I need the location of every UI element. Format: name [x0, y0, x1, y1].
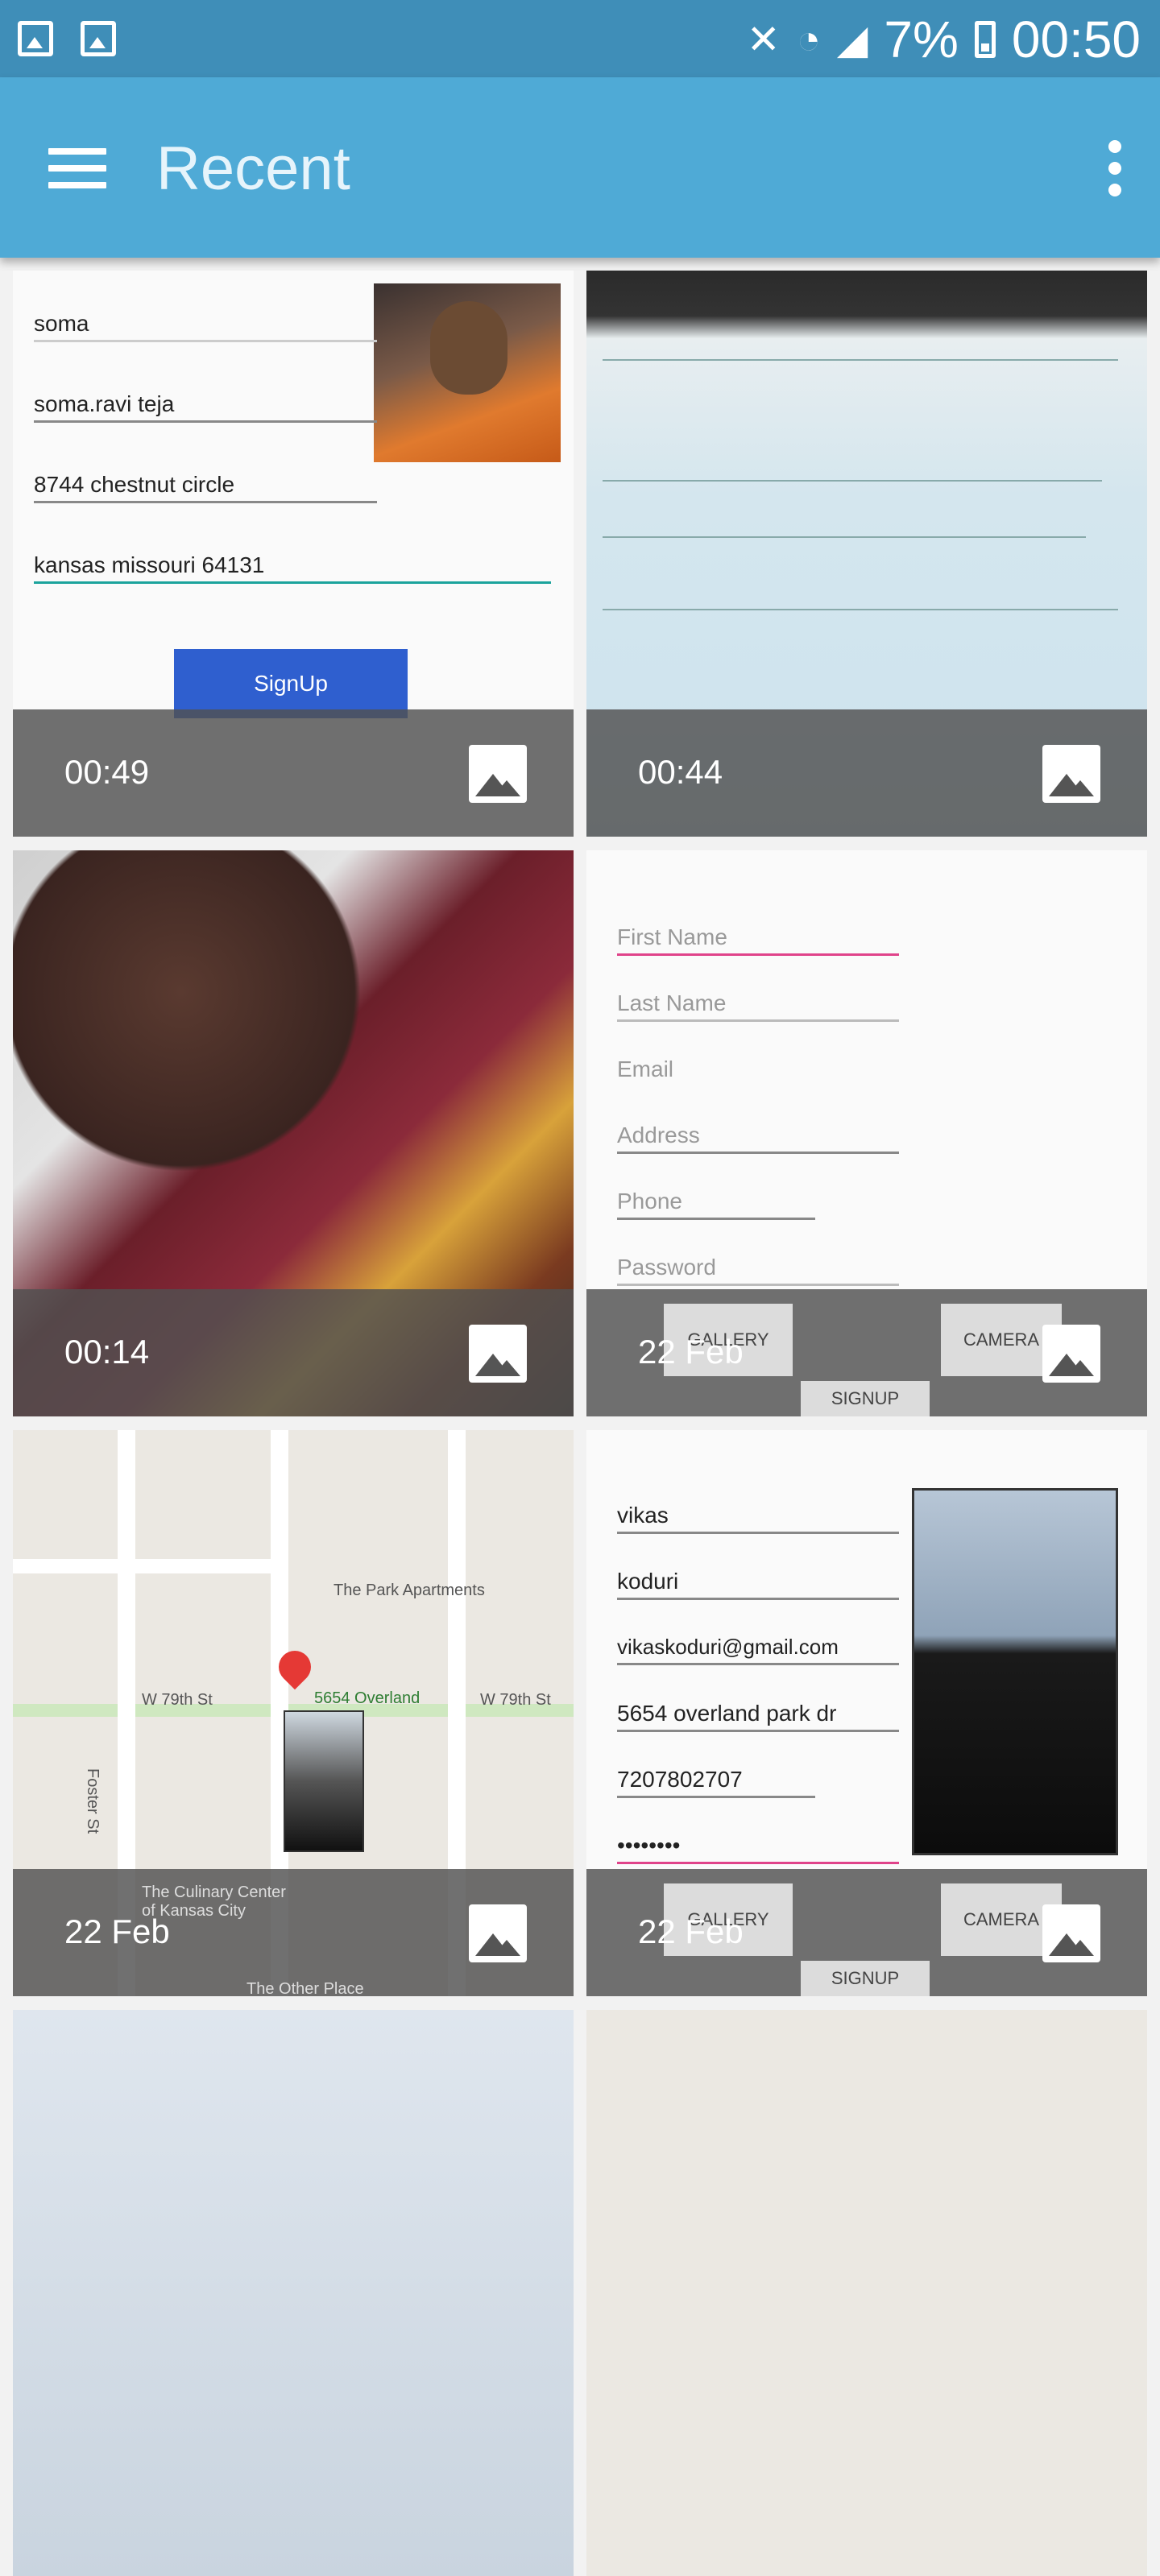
tile-caption: 00:49	[64, 753, 150, 791]
map-label: The Park Apartments	[334, 1582, 485, 1599]
tile-caption-bar: 00:44	[586, 709, 1147, 837]
map-label: W 79th St	[142, 1691, 213, 1709]
grid-item[interactable]: The Park Apartments 5654 Overland W 79th…	[13, 1430, 574, 1996]
map-label: The Other Place	[246, 1980, 364, 1996]
mute-vibrate-icon: ✕	[746, 17, 781, 62]
grid-item[interactable]	[586, 2010, 1147, 2576]
map-thumbnail	[284, 1710, 364, 1852]
status-bar-right: ✕ ◔ ◢ 7% 00:50	[747, 10, 1141, 69]
tile-caption: 22 Feb	[638, 1333, 744, 1371]
image-type-icon	[469, 745, 527, 803]
form-field: koduri	[617, 1569, 899, 1600]
image-type-icon	[1042, 1904, 1100, 1962]
form-field: 8744 chestnut circle	[34, 472, 377, 503]
status-bar-left-icons	[18, 21, 116, 56]
app-bar: Recent	[0, 77, 1160, 258]
map-label: 5654 Overland	[314, 1689, 420, 1707]
grid-item[interactable]: 00:14	[13, 850, 574, 1416]
map-label: Foster St	[84, 1768, 102, 1834]
signup-button-preview: SignUp	[174, 649, 408, 718]
tile-caption: 22 Feb	[638, 1912, 744, 1950]
form-field: Phone	[617, 1189, 815, 1220]
grid-item[interactable]: vikas koduri vikaskoduri@gmail.com 5654 …	[586, 1430, 1147, 1996]
tile-caption-bar: GALLERY CAMERA SIGNUP 22 Feb	[586, 1869, 1147, 1996]
signup-button-preview: SIGNUP	[801, 1961, 930, 1996]
tile-caption-bar: GALLERY CAMERA SIGNUP 22 Feb	[586, 1289, 1147, 1416]
wifi-icon: ◔	[796, 17, 821, 62]
grid-item[interactable]: soma soma.ravi teja 8744 chestnut circle…	[13, 271, 574, 837]
form-field: 7207802707	[617, 1767, 815, 1798]
form-field: soma.ravi teja	[34, 391, 377, 423]
tile-caption-bar: The Culinary Center of Kansas City The O…	[13, 1869, 574, 1996]
recent-grid: soma soma.ravi teja 8744 chestnut circle…	[0, 258, 1160, 2576]
status-bar: ✕ ◔ ◢ 7% 00:50	[0, 0, 1160, 77]
grid-item[interactable]	[13, 2010, 574, 2576]
image-type-icon	[469, 1325, 527, 1383]
tile-caption-bar: 00:49	[13, 709, 574, 837]
more-vert-icon[interactable]	[1105, 140, 1125, 196]
form-field: First Name	[617, 924, 899, 956]
form-field: kansas missouri 64131	[34, 552, 551, 584]
form-field: ••••••••	[617, 1833, 899, 1864]
signal-icon: ◢	[836, 17, 868, 62]
form-field: Email	[617, 1056, 674, 1081]
profile-photo	[374, 283, 561, 462]
status-time: 00:50	[1011, 10, 1141, 68]
form-field: Address	[617, 1123, 899, 1154]
form-field: 5654 overland park dr	[617, 1701, 899, 1732]
tile-caption: 00:44	[638, 753, 723, 791]
image-type-icon	[1042, 1325, 1100, 1383]
tile-caption-bar: 00:14	[13, 1289, 574, 1416]
form-field: soma	[34, 311, 377, 342]
map-label: W 79th St	[480, 1691, 551, 1709]
tile-caption: 22 Feb	[64, 1912, 170, 1950]
grid-item[interactable]: First Name Last Name Email Address Phone…	[586, 850, 1147, 1416]
signup-button-preview: SIGNUP	[801, 1381, 930, 1416]
hamburger-menu-icon[interactable]	[48, 148, 106, 188]
form-field: Password	[617, 1255, 899, 1286]
grid-item[interactable]: 00:44	[586, 271, 1147, 837]
battery-percent: 7%	[884, 10, 959, 68]
form-field: Last Name	[617, 990, 899, 1022]
tile-caption: 00:14	[64, 1333, 150, 1371]
laptop-photo	[912, 1488, 1118, 1855]
image-type-icon	[1042, 745, 1100, 803]
gallery-icon	[18, 21, 53, 56]
image-type-icon	[469, 1904, 527, 1962]
battery-icon	[974, 21, 996, 58]
page-title: Recent	[156, 134, 350, 203]
screenshot-icon	[81, 21, 116, 56]
form-field: vikaskoduri@gmail.com	[617, 1635, 899, 1665]
form-field: vikas	[617, 1503, 899, 1534]
